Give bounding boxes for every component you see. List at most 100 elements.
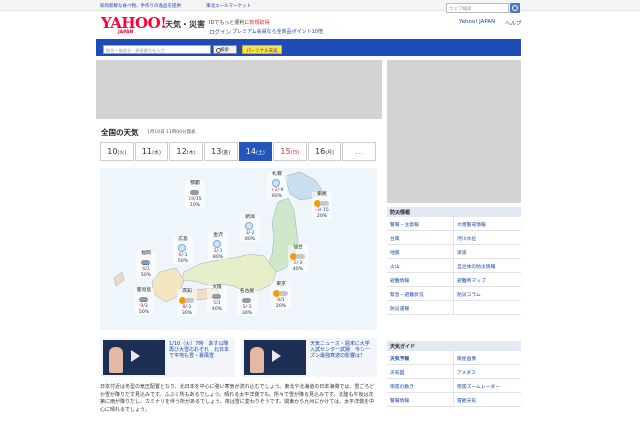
city-name: 大阪 (212, 285, 222, 290)
temp-low: /-3 (296, 261, 303, 267)
city-name: 広島 (178, 237, 188, 242)
guide-link[interactable]: 衛星画像 (454, 351, 521, 365)
web-search-input[interactable]: ウェブ検索 (446, 3, 509, 13)
temp-low: /15 (194, 197, 202, 203)
login-link[interactable]: ログイン (209, 28, 231, 36)
weather-guide-panel: 天気ガイド 天気予報 衛星画像 天気図 アメダス 雨雲の動き 雨雲ズームレーダー… (387, 341, 521, 407)
tab-day: 16 (315, 147, 326, 156)
city-osaka[interactable]: 大阪 5/1 40% (207, 285, 227, 312)
sun-cloud-icon (272, 288, 290, 298)
guide-link[interactable]: 雨雲ズームレーダー (454, 379, 521, 393)
page-title: 全国の天気 (101, 128, 139, 137)
yahoo-logo-sub: JAPAN (118, 30, 134, 35)
city-name: 釧路 (317, 192, 327, 197)
temp-low: /1 (216, 301, 221, 307)
city-nagoya[interactable]: 名古屋 5/-1 30% (237, 289, 257, 316)
top-link-1[interactable]: 知的新鮮な食べ物、手作りの逸品を提供 (100, 3, 181, 9)
help-link[interactable]: ヘルプ (505, 19, 522, 27)
precip-chance: 80% (212, 254, 224, 260)
disaster-info-panel: 防災情報 警報・注意報 大雨警戒情報 台風 河川水位 地震 津波 火山 自治体の… (387, 207, 521, 315)
play-icon (131, 350, 140, 362)
city-fukuoka[interactable]: 福岡 6/1 50% (136, 251, 156, 278)
disaster-link[interactable]: 警報・注意報 (387, 217, 454, 231)
search-button[interactable]: 検索 (213, 45, 237, 54)
city-kushiro[interactable]: 釧路 -3/-15 20% (312, 192, 332, 219)
tab-day-10[interactable]: 10(火) (100, 142, 134, 161)
guide-link[interactable]: 警報情報 (387, 393, 454, 407)
city-sapporo[interactable]: 札幌 +2/-9 60% (267, 172, 287, 199)
disaster-link[interactable]: 防災速報 (387, 301, 454, 315)
news-thumbnail (103, 340, 165, 375)
place-search-input[interactable]: 地名・施設名・郵便番号を入力 (103, 45, 211, 54)
service-title: 天気・災害 (165, 20, 205, 29)
sun-cloud-icon (313, 198, 331, 208)
disaster-link[interactable]: 避難情報 (387, 273, 454, 287)
city-naha[interactable]: 那覇 19/15 10% (185, 181, 205, 208)
tab-weekday: (土) (255, 150, 265, 156)
guide-link[interactable]: 天気図 (387, 365, 454, 379)
tab-day: 15 (280, 147, 291, 156)
tab-more[interactable]: … (342, 142, 376, 161)
precip-chance: 50% (138, 309, 150, 315)
tab-day-11[interactable]: 11(水) (134, 142, 169, 161)
id-promo-text: IDでもっと便利に (209, 20, 250, 26)
tab-day-12[interactable]: 12(木) (169, 142, 203, 161)
tab-day: … (355, 147, 364, 156)
weather-guide-title: 天気ガイド (387, 341, 521, 351)
temp-low: /-1 (181, 253, 188, 259)
news-item-1[interactable]: 1/10（火）7時 あす以降再び大雪のおそれ 北日本で平地も雪・暴風雪 (100, 338, 235, 377)
disaster-link[interactable]: 緊急・避難状況 (387, 287, 454, 301)
precip-chance: 80% (244, 236, 256, 242)
ad-banner-top[interactable] (96, 60, 382, 119)
disaster-link[interactable]: 津波 (454, 245, 521, 259)
city-tokyo[interactable]: 東京 8/1 20% (271, 282, 291, 309)
yahoo-logo[interactable]: YAHOO! (101, 16, 167, 31)
snow-icon (209, 239, 227, 249)
japan-weather-map[interactable]: 札幌 +2/-9 60% 那覇 19/15 10% 釧路 -3/-15 20% … (100, 168, 377, 330)
news-title[interactable]: 1/10（火）7時 あす以降再び大雪のおそれ 北日本で平地も雪・暴風雪 (169, 341, 233, 359)
disaster-link[interactable]: 大雨警戒情報 (454, 217, 521, 231)
ad-banner-side[interactable] (387, 60, 521, 203)
disaster-link[interactable]: 台風 (387, 231, 454, 245)
signup-link[interactable]: 新規取得 (249, 20, 269, 26)
city-kagoshima[interactable]: 鹿児島 9/3 50% (134, 288, 154, 315)
disaster-link[interactable]: 火山 (387, 259, 454, 273)
tab-day: 14 (245, 147, 256, 156)
city-sendai[interactable]: 仙台 2/-3 40% (288, 245, 308, 272)
disaster-info-title: 防災情報 (387, 207, 521, 217)
city-hiroshima[interactable]: 広島 6/-1 50% (173, 237, 193, 264)
disaster-link[interactable]: 河川水位 (454, 231, 521, 245)
top-link-2[interactable]: 東北エールマーケット (206, 3, 251, 9)
news-title[interactable]: 天気ニュース・週末に大学入試センター試験 今シーズン最強寒波の影響は？ (310, 341, 374, 359)
tab-day-14[interactable]: 14(土) (238, 142, 273, 161)
personal-weather-button[interactable]: パーソナル天気 (242, 45, 282, 54)
city-kochi[interactable]: 高知 8/-1 30% (177, 289, 197, 316)
tab-day-15[interactable]: 15(日) (273, 142, 307, 161)
city-niigata[interactable]: 新潟 3/-2 80% (240, 215, 260, 242)
temp-low: /-1 (216, 249, 223, 255)
precip-chance: 30% (181, 310, 193, 316)
premium-promo-link[interactable]: プレミアム会員なら全商品ポイント10倍 (232, 28, 323, 35)
guide-link[interactable]: 雷観天気 (454, 393, 521, 407)
temp-low: /3 (143, 304, 148, 310)
disaster-link[interactable]: 地震 (387, 245, 454, 259)
news-item-2[interactable]: 天気ニュース・週末に大学入試センター試験 今シーズン最強寒波の影響は？ (241, 338, 377, 377)
guide-link[interactable]: アメダス (454, 365, 521, 379)
city-name: 東京 (276, 282, 286, 287)
city-kanazawa[interactable]: 金沢 3/-1 80% (208, 233, 228, 260)
snow-icon (174, 243, 192, 253)
tab-day-13[interactable]: 13(金) (203, 142, 238, 161)
sun-cloud-icon (289, 251, 307, 261)
disaster-link[interactable]: 避難所マップ (454, 273, 521, 287)
guide-link[interactable]: 天気予報 (387, 351, 454, 365)
tab-weekday: (日) (290, 150, 300, 156)
disaster-link[interactable]: 自治体の防災情報 (454, 259, 521, 273)
news-thumbnail (244, 340, 306, 375)
yahoo-japan-link[interactable]: Yahoo! JAPAN (459, 19, 495, 25)
guide-link[interactable]: 雨雲の動き (387, 379, 454, 393)
search-icon[interactable] (510, 3, 520, 13)
disaster-link[interactable]: 防災コラム (454, 287, 521, 301)
precip-chance: 20% (275, 303, 287, 309)
snow-icon (268, 178, 286, 188)
tab-day-16[interactable]: 16(月) (307, 142, 342, 161)
